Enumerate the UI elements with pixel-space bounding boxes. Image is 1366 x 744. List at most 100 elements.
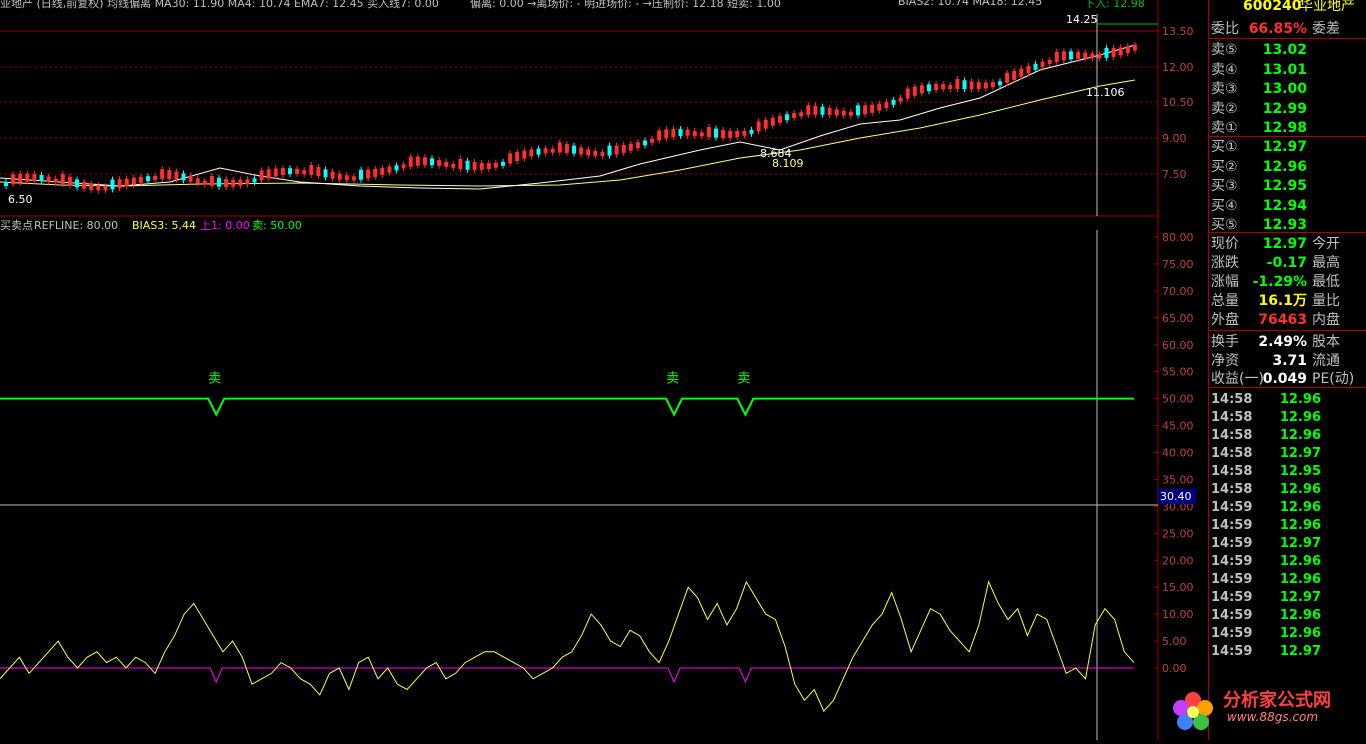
quote-label: 涨幅 (1211, 274, 1239, 290)
candle-body (813, 105, 818, 115)
price-annotation: 8.109 (772, 157, 804, 170)
quote-value: 76463 (1258, 312, 1307, 328)
candle-body (486, 163, 491, 170)
candle-body (607, 145, 612, 156)
candle-body (1047, 59, 1052, 64)
ask-level-label: 卖① (1211, 120, 1238, 136)
candle-body (721, 129, 726, 138)
candle-body (60, 174, 65, 185)
chart-area[interactable]: 13.50 12.00 10.50 9.00 7.50 14.25 6.50 8… (0, 0, 1208, 740)
candle-body (380, 167, 385, 175)
ask-row: 卖② 12.99 (1209, 100, 1366, 118)
price-axis-label: 7.50 (1162, 168, 1187, 181)
candle-body (160, 169, 165, 180)
candle-body (572, 145, 576, 154)
bid-level-label: 买① (1211, 139, 1238, 155)
candle-body (820, 106, 825, 115)
tick-price: 12.96 (1279, 392, 1321, 407)
candle-body (536, 148, 541, 155)
candle-body (799, 112, 804, 117)
candle-body (1054, 51, 1059, 62)
tick-price: 12.97 (1279, 644, 1321, 659)
candle-body (1118, 47, 1123, 56)
candle-body (990, 82, 995, 88)
ask-price: 12.99 (1262, 100, 1307, 117)
ask-price: 13.02 (1262, 42, 1307, 58)
tick-time: 14:59 (1211, 644, 1253, 659)
indicator-axis-label: 50.00 (1162, 393, 1194, 406)
candle-body (699, 132, 704, 137)
candle-body (458, 158, 463, 169)
tick-time: 14:58 (1211, 392, 1253, 407)
tick-price: 12.96 (1279, 626, 1321, 641)
indicator-up1: 上1: 0.00 (200, 219, 250, 232)
quote-panel: 600240 华业地产 委比 66.85% 委差 卖⑤ 13.02 卖④ 13.01 卖… (1208, 0, 1366, 740)
separator (1209, 330, 1366, 331)
tick-row: 14:59 12.97 (1209, 536, 1366, 554)
indicator-refline: REFLINE: 80.00 (34, 219, 118, 232)
candle-body (806, 105, 811, 116)
fundamental-ext-label: PE(动) (1312, 371, 1355, 387)
low-price-label: 6.50 (8, 193, 33, 206)
fundamental-value: 2.49% (1258, 334, 1307, 350)
candle-body (32, 174, 37, 182)
sell-label: 卖 (666, 372, 679, 387)
tick-row: 14:59 12.96 (1209, 608, 1366, 626)
indicator-sell: 卖: 50.00 (252, 219, 302, 232)
candle-body (976, 82, 981, 90)
tick-row: 14:59 12.96 (1209, 518, 1366, 536)
quote-ext-label: 今开 (1312, 236, 1340, 252)
indicator-axis-label: 10.00 (1162, 608, 1194, 621)
candle-body (543, 148, 548, 154)
candle-body (912, 86, 917, 96)
candle-body (96, 185, 101, 191)
candle-body (1033, 63, 1038, 70)
sell-label: 卖 (737, 372, 750, 387)
candle-body (430, 158, 434, 166)
chart-header-right: BIAS2: 10.74 MA18: 12.45 (898, 0, 1043, 8)
candle-body (1125, 46, 1130, 54)
tick-row: 14:59 12.97 (1209, 644, 1366, 662)
chart-header-left: 亚地产 (日线,前复权) 均线偏离 MA30: 11.90 MA4: 10.74… (0, 0, 439, 10)
weibi-row: 委比 66.85% 委差 (1209, 20, 1366, 38)
candle-body (714, 128, 718, 138)
tick-row: 14:59 12.96 (1209, 572, 1366, 590)
candle-body (25, 173, 30, 182)
candle-body (202, 180, 207, 185)
candle-body (515, 152, 520, 162)
indicator-axis-label: 15.00 (1162, 581, 1194, 594)
candle-body (657, 130, 662, 141)
indicator-axis: 80.00 75.00 70.00 65.00 60.00 55.00 50.00 45.00… (1154, 231, 1194, 675)
candle-body (983, 82, 988, 89)
quote-value: 16.1万 (1258, 293, 1307, 309)
bid-price: 12.96 (1262, 158, 1307, 175)
candle-body (841, 110, 846, 116)
ask-level-label: 卖② (1211, 100, 1238, 117)
separator (1209, 136, 1366, 137)
candle-body (1061, 51, 1066, 61)
tick-price: 12.96 (1279, 410, 1321, 425)
indicator-bias3: BIAS3: 5.44 (132, 219, 196, 232)
candle-body (110, 179, 115, 190)
ask-row: 卖⑤ 13.02 (1209, 41, 1366, 59)
candle-body (1076, 51, 1081, 59)
quote-label: 外盘 (1211, 312, 1239, 328)
tick-time: 14:59 (1211, 500, 1253, 515)
tick-row: 14:58 12.97 (1209, 446, 1366, 464)
candle-body (138, 176, 143, 183)
chart-canvas[interactable]: 13.50 12.00 10.50 9.00 7.50 14.25 6.50 8… (0, 0, 1208, 740)
quote-ext-label: 最高 (1312, 255, 1340, 271)
candle-body (408, 156, 413, 167)
flower-logo-icon (1173, 692, 1213, 730)
tick-price: 12.96 (1279, 608, 1321, 623)
quote-label: 涨跌 (1211, 255, 1239, 271)
tick-row: 14:58 12.96 (1209, 410, 1366, 428)
candle-body (834, 109, 839, 116)
fundamental-label: 换手 (1211, 334, 1239, 350)
separator (1209, 232, 1366, 233)
tick-row: 14:59 12.96 (1209, 500, 1366, 518)
up1-zero-line (0, 667, 1134, 684)
ask-level-label: 卖④ (1211, 61, 1238, 78)
quote-value: 12.97 (1262, 236, 1307, 252)
candle-body (4, 181, 8, 186)
